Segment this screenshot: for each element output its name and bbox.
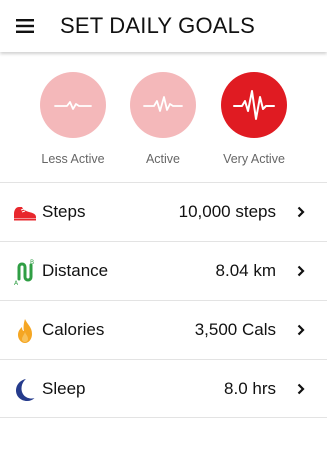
goal-label: Steps: [42, 202, 86, 221]
page-title: SET DAILY GOALS: [60, 13, 255, 38]
level-active[interactable]: Active: [113, 72, 213, 166]
level-label: Active: [145, 152, 181, 166]
chevron-right-icon: [295, 323, 307, 337]
goal-row-steps[interactable]: Steps 10,000 steps: [0, 182, 327, 241]
goal-label: Distance: [42, 261, 109, 280]
route-icon: A B: [12, 259, 38, 285]
svg-text:B: B: [30, 259, 34, 266]
activity-level-selector: Less Active Active Very Active: [0, 52, 327, 182]
goals-list: Steps 10,000 steps A B Distance 8.04 km …: [0, 182, 327, 418]
goal-row-distance[interactable]: A B Distance 8.04 km: [0, 241, 327, 300]
flame-icon: [12, 318, 38, 344]
heartbeat-medium-icon: [130, 72, 196, 138]
goal-row-sleep[interactable]: Sleep 8.0 hrs: [0, 359, 327, 418]
level-less-active[interactable]: Less Active: [23, 72, 123, 166]
goal-row-calories[interactable]: Calories 3,500 Cals: [0, 300, 327, 359]
shoe-icon: [12, 200, 38, 226]
level-very-active[interactable]: Very Active: [204, 72, 304, 166]
goal-value: 10,000 steps: [178, 202, 276, 221]
chevron-right-icon: [295, 205, 307, 219]
heartbeat-low-icon: [40, 72, 106, 138]
heartbeat-high-icon: [221, 72, 287, 138]
level-label: Less Active: [41, 152, 105, 166]
moon-icon: [12, 377, 38, 403]
goal-label: Calories: [42, 320, 105, 339]
goal-value: 8.04 km: [215, 261, 276, 280]
goal-value: 8.0 hrs: [224, 378, 276, 398]
svg-text:A: A: [14, 280, 19, 285]
level-label: Very Active: [223, 152, 285, 166]
app-header: SET DAILY GOALS: [0, 0, 327, 52]
chevron-right-icon: [295, 382, 307, 396]
hamburger-menu-icon[interactable]: [12, 14, 38, 38]
goal-label: Sleep: [42, 378, 86, 398]
goal-value: 3,500 Cals: [194, 320, 276, 339]
chevron-right-icon: [295, 264, 307, 278]
